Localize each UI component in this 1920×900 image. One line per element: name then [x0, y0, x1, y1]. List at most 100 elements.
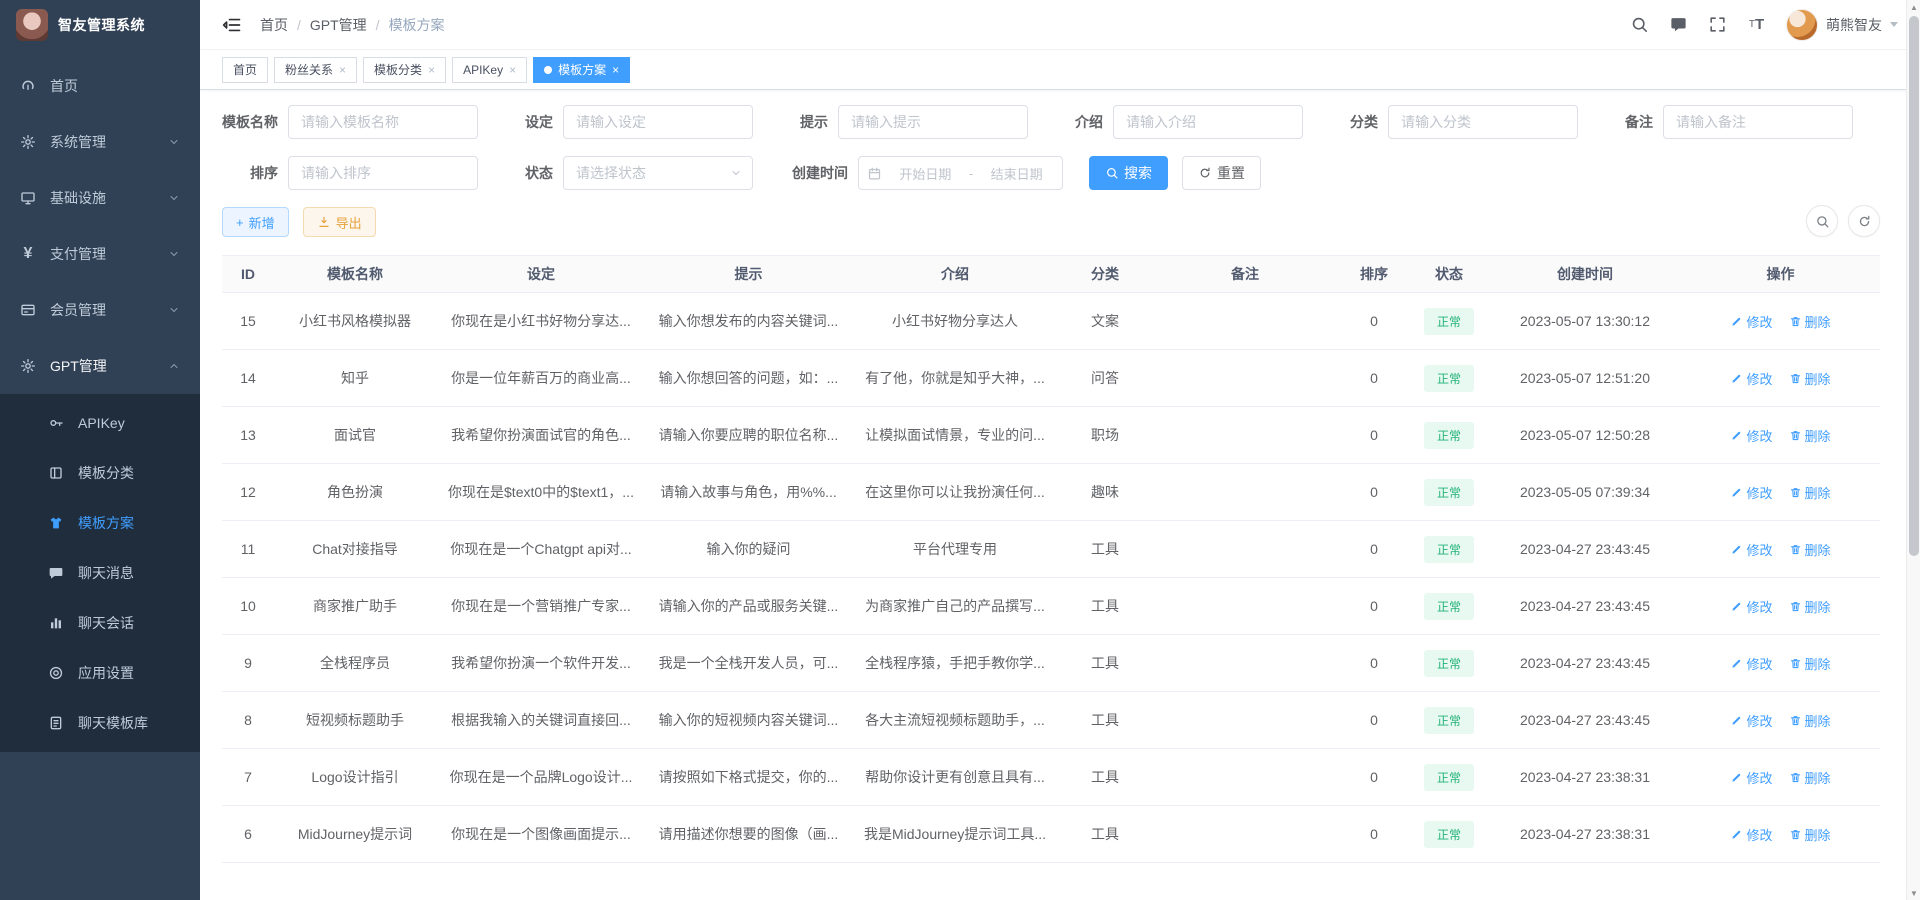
cell: 工具: [1059, 596, 1151, 616]
cell: 0: [1339, 484, 1409, 500]
cell: 15: [222, 313, 274, 329]
active-dot: [544, 66, 552, 74]
delete-link[interactable]: 删除: [1789, 426, 1831, 445]
cell: 请输入你的产品或服务关键...: [646, 596, 851, 616]
scroll-down-arrow[interactable]: ▼: [1907, 886, 1920, 900]
tab-模板分类[interactable]: 模板分类×: [363, 57, 446, 83]
sidebar-item-app-settings[interactable]: 应用设置: [0, 648, 200, 698]
user-dropdown[interactable]: 萌熊智友: [1786, 9, 1898, 41]
status-badge: 正常: [1424, 422, 1474, 449]
edit-link[interactable]: 修改: [1730, 597, 1772, 616]
fullscreen-icon[interactable]: [1708, 15, 1727, 34]
cell-status: 正常: [1409, 593, 1489, 620]
cell-ops: 修改删除: [1681, 312, 1880, 331]
delete-link[interactable]: 删除: [1789, 540, 1831, 559]
status-select[interactable]: 请选择状态: [563, 156, 753, 190]
breadcrumb-item[interactable]: 首页: [260, 15, 288, 35]
table-row: 10商家推广助手你现在是一个营销推广专家...请输入你的产品或服务关键...为商…: [222, 578, 1880, 635]
sidebar-item-template-category[interactable]: 模板分类: [0, 448, 200, 498]
toggle-search-button[interactable]: [1806, 205, 1838, 237]
cell-status: 正常: [1409, 479, 1489, 506]
message-icon[interactable]: [1669, 15, 1688, 34]
delete-link[interactable]: 删除: [1789, 312, 1831, 331]
edit-link[interactable]: 修改: [1730, 426, 1772, 445]
cell: 请按照如下格式提交，你的...: [646, 767, 851, 787]
sidebar-item-apikey[interactable]: APIKey: [0, 398, 200, 448]
delete-link[interactable]: 删除: [1789, 711, 1831, 730]
export-button[interactable]: 导出: [303, 207, 376, 237]
cell-status: 正常: [1409, 821, 1489, 848]
cell: 你是一位年薪百万的商业高...: [436, 368, 646, 388]
delete-link[interactable]: 删除: [1789, 483, 1831, 502]
delete-link[interactable]: 删除: [1789, 654, 1831, 673]
close-icon[interactable]: ×: [339, 64, 346, 76]
edit-link[interactable]: 修改: [1730, 825, 1772, 844]
reset-button[interactable]: 重置: [1182, 156, 1261, 190]
add-button[interactable]: + 新增: [222, 207, 289, 237]
vertical-scrollbar[interactable]: ▲ ▼: [1906, 0, 1920, 900]
close-icon[interactable]: ×: [509, 64, 516, 76]
table-row: 14知乎你是一位年薪百万的商业高...输入你想回答的问题，如：...有了他，你就…: [222, 350, 1880, 407]
sidebar-item-system[interactable]: 系统管理: [0, 114, 200, 170]
sidebar-item-payment[interactable]: ¥支付管理: [0, 226, 200, 282]
edit-link[interactable]: 修改: [1730, 768, 1772, 787]
delete-link[interactable]: 删除: [1789, 369, 1831, 388]
delete-link[interactable]: 删除: [1789, 825, 1831, 844]
sidebar-item-chat-message[interactable]: 聊天消息: [0, 548, 200, 598]
scrollbar-thumb[interactable]: [1909, 16, 1919, 556]
edit-link[interactable]: 修改: [1730, 369, 1772, 388]
category-icon: [48, 465, 64, 481]
font-size-icon[interactable]: TT: [1747, 15, 1766, 34]
sort-input[interactable]: [288, 156, 478, 190]
sidebar-item-chat-template-lib[interactable]: 聊天模板库: [0, 698, 200, 748]
search-button[interactable]: 搜索: [1089, 156, 1168, 190]
cell: 输入你的短视频内容关键词...: [646, 710, 851, 730]
filter-input-设定[interactable]: [563, 105, 753, 139]
search-icon[interactable]: [1630, 15, 1649, 34]
filter-input-备注[interactable]: [1663, 105, 1853, 139]
yen-icon: ¥: [20, 246, 36, 262]
close-icon[interactable]: ×: [612, 64, 619, 76]
edit-link[interactable]: 修改: [1730, 711, 1772, 730]
filter-label: 模板名称: [222, 112, 288, 132]
sidebar-item-template-plan[interactable]: 模板方案: [0, 498, 200, 548]
refresh-button[interactable]: [1848, 205, 1880, 237]
breadcrumb-separator: /: [376, 17, 380, 33]
sidebar-collapse-icon[interactable]: [222, 15, 242, 35]
cell: 13: [222, 427, 274, 443]
gear-icon: [20, 134, 36, 150]
sidebar-item-home[interactable]: 首页: [0, 58, 200, 114]
status-badge: 正常: [1424, 536, 1474, 563]
sidebar-item-member[interactable]: 会员管理: [0, 282, 200, 338]
breadcrumb-item[interactable]: GPT管理: [310, 15, 367, 35]
delete-link[interactable]: 删除: [1789, 597, 1831, 616]
filter-input-介绍[interactable]: [1113, 105, 1303, 139]
cell: 短视频标题助手: [274, 710, 436, 730]
edit-link[interactable]: 修改: [1730, 483, 1772, 502]
sidebar-item-infrastructure[interactable]: 基础设施: [0, 170, 200, 226]
cell: 我是一个全栈开发人员，可...: [646, 653, 851, 673]
sidebar-item-gpt[interactable]: GPT管理: [0, 338, 200, 394]
cell: 0: [1339, 427, 1409, 443]
sidebar-item-chat-session[interactable]: 聊天会话: [0, 598, 200, 648]
tab-APIKey[interactable]: APIKey×: [452, 57, 527, 83]
close-icon[interactable]: ×: [428, 64, 435, 76]
filter-input-分类[interactable]: [1388, 105, 1578, 139]
edit-link[interactable]: 修改: [1730, 654, 1772, 673]
cell-created: 2023-04-27 23:38:31: [1489, 769, 1681, 785]
edit-link[interactable]: 修改: [1730, 312, 1772, 331]
edit-link[interactable]: 修改: [1730, 540, 1772, 559]
created-label: 创建时间: [792, 163, 858, 183]
tab-粉丝关系[interactable]: 粉丝关系×: [274, 57, 357, 83]
cell-status: 正常: [1409, 308, 1489, 335]
tab-首页[interactable]: 首页: [222, 57, 268, 83]
date-range-picker[interactable]: 开始日期 - 结束日期: [858, 156, 1063, 190]
filter-input-提示[interactable]: [838, 105, 1028, 139]
delete-link[interactable]: 删除: [1789, 768, 1831, 787]
sort-label: 排序: [222, 163, 288, 183]
calendar-icon: [867, 166, 882, 181]
filter-input-模板名称[interactable]: [288, 105, 478, 139]
tab-模板方案[interactable]: 模板方案×: [533, 57, 630, 83]
scroll-up-arrow[interactable]: ▲: [1907, 0, 1920, 14]
cell: 输入你想发布的内容关键词...: [646, 311, 851, 331]
